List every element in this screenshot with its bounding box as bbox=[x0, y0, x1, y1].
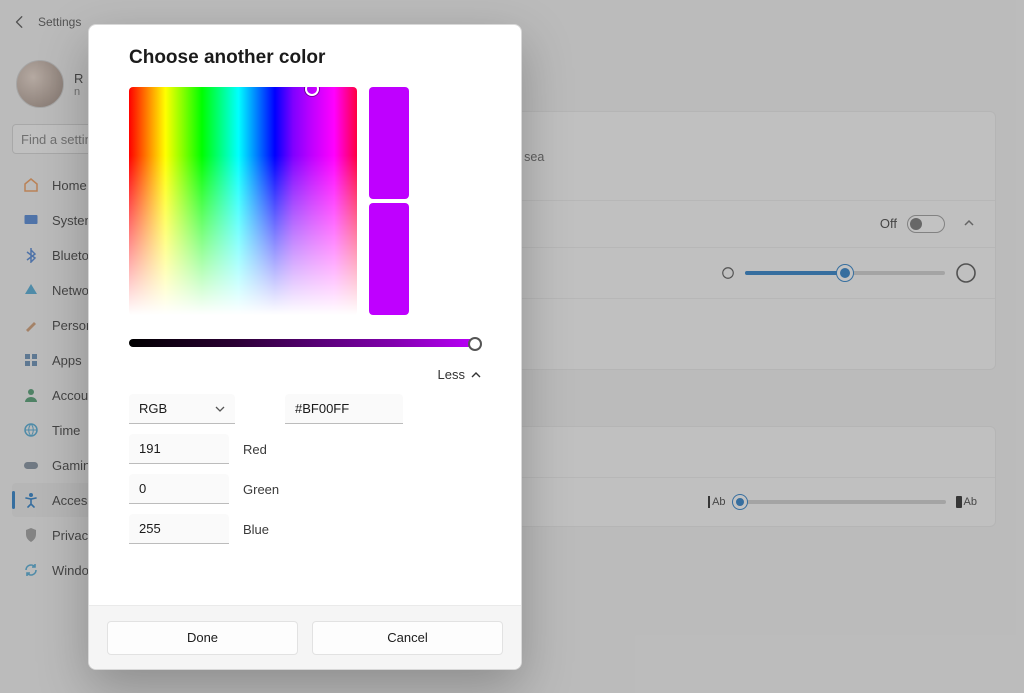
settings-window: Settings R n Find a setting Home bbox=[0, 0, 1024, 693]
color-model-select[interactable]: RGB bbox=[129, 394, 235, 424]
chevron-up-icon bbox=[471, 370, 481, 380]
red-label: Red bbox=[243, 442, 267, 457]
new-color-preview bbox=[369, 203, 409, 315]
green-label: Green bbox=[243, 482, 279, 497]
dialog-footer: Done Cancel bbox=[89, 605, 521, 669]
value-slider[interactable] bbox=[129, 339, 481, 349]
hex-value: #BF00FF bbox=[295, 401, 349, 416]
blue-label: Blue bbox=[243, 522, 269, 537]
red-input[interactable]: 191 bbox=[129, 434, 229, 464]
color-model-value: RGB bbox=[139, 401, 167, 416]
done-button[interactable]: Done bbox=[107, 621, 298, 655]
less-toggle[interactable]: Less bbox=[129, 367, 481, 382]
hex-input[interactable]: #BF00FF bbox=[285, 394, 403, 424]
cancel-button[interactable]: Cancel bbox=[312, 621, 503, 655]
sv-cursor-icon bbox=[305, 87, 319, 96]
less-label: Less bbox=[438, 367, 465, 382]
value-slider-thumb[interactable] bbox=[468, 337, 482, 351]
chevron-down-icon bbox=[215, 404, 225, 414]
green-input[interactable]: 0 bbox=[129, 474, 229, 504]
blue-input[interactable]: 255 bbox=[129, 514, 229, 544]
dialog-title: Choose another color bbox=[129, 47, 481, 69]
current-color-preview bbox=[369, 87, 409, 199]
color-picker-dialog: Choose another color Less bbox=[88, 24, 522, 670]
saturation-value-area[interactable] bbox=[129, 87, 357, 315]
